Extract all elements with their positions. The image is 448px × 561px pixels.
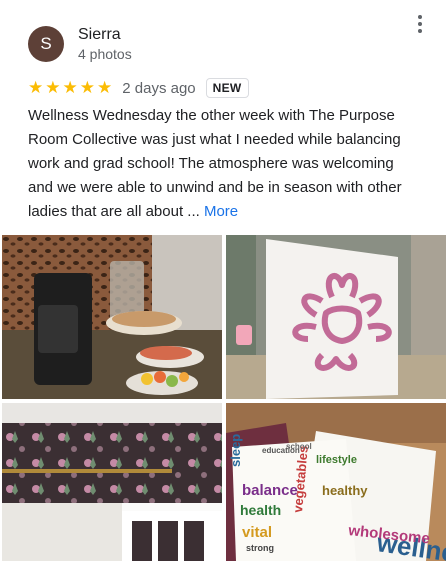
star-icon: ★ <box>45 78 61 98</box>
rating-row: ★ ★ ★ ★ ★ 2 days ago NEW <box>28 76 249 100</box>
photo-wellness-word-cloud[interactable]: sleep balance health vital wellness vegetable… <box>226 403 446 561</box>
new-badge: NEW <box>205 78 249 98</box>
photo-wellness-word-cloud-image: sleepbalancehealthvital wellnessvegetable… <box>226 403 446 561</box>
photo-coffee-maker[interactable] <box>2 235 222 399</box>
word-cloud-word: vital <box>242 524 272 541</box>
word-cloud-word: healthy <box>322 483 368 498</box>
author-info: Sierra 4 photos <box>78 25 132 63</box>
word-cloud-word: health <box>240 502 281 518</box>
photo-flower-canvas[interactable] <box>226 235 446 399</box>
word-cloud-word: school <box>286 442 312 451</box>
star-rating: ★ ★ ★ ★ ★ <box>28 79 112 97</box>
author-photo-count: 4 photos <box>78 46 132 62</box>
photo-flower-canvas-image <box>226 235 446 399</box>
more-link[interactable]: More <box>204 203 238 220</box>
word-cloud-word: strong <box>246 543 274 553</box>
star-icon: ★ <box>97 78 113 98</box>
review-card: S Sierra 4 photos ★ ★ ★ ★ ★ 2 days ago N… <box>0 0 448 561</box>
review-date: 2 days ago <box>122 79 196 97</box>
review-text: Wellness Wednesday the other week with T… <box>28 104 420 224</box>
avatar[interactable]: S <box>28 26 64 62</box>
review-header: S Sierra 4 photos <box>28 22 428 66</box>
author-name[interactable]: Sierra <box>78 25 132 45</box>
more-vert-icon[interactable] <box>408 12 432 36</box>
photo-wallpaper-room-image <box>2 403 222 561</box>
word-cloud-word: balance <box>242 482 298 499</box>
star-icon: ★ <box>79 78 95 98</box>
word-cloud-word: lifestyle <box>316 454 357 466</box>
star-icon: ★ <box>62 78 78 98</box>
photo-coffee-maker-image <box>2 235 222 399</box>
word-cloud-word: sleep <box>228 434 243 467</box>
star-icon: ★ <box>28 78 44 98</box>
photo-grid: sleep balance health vital wellness vegetable… <box>2 235 446 561</box>
photo-wallpaper-room[interactable] <box>2 403 222 561</box>
